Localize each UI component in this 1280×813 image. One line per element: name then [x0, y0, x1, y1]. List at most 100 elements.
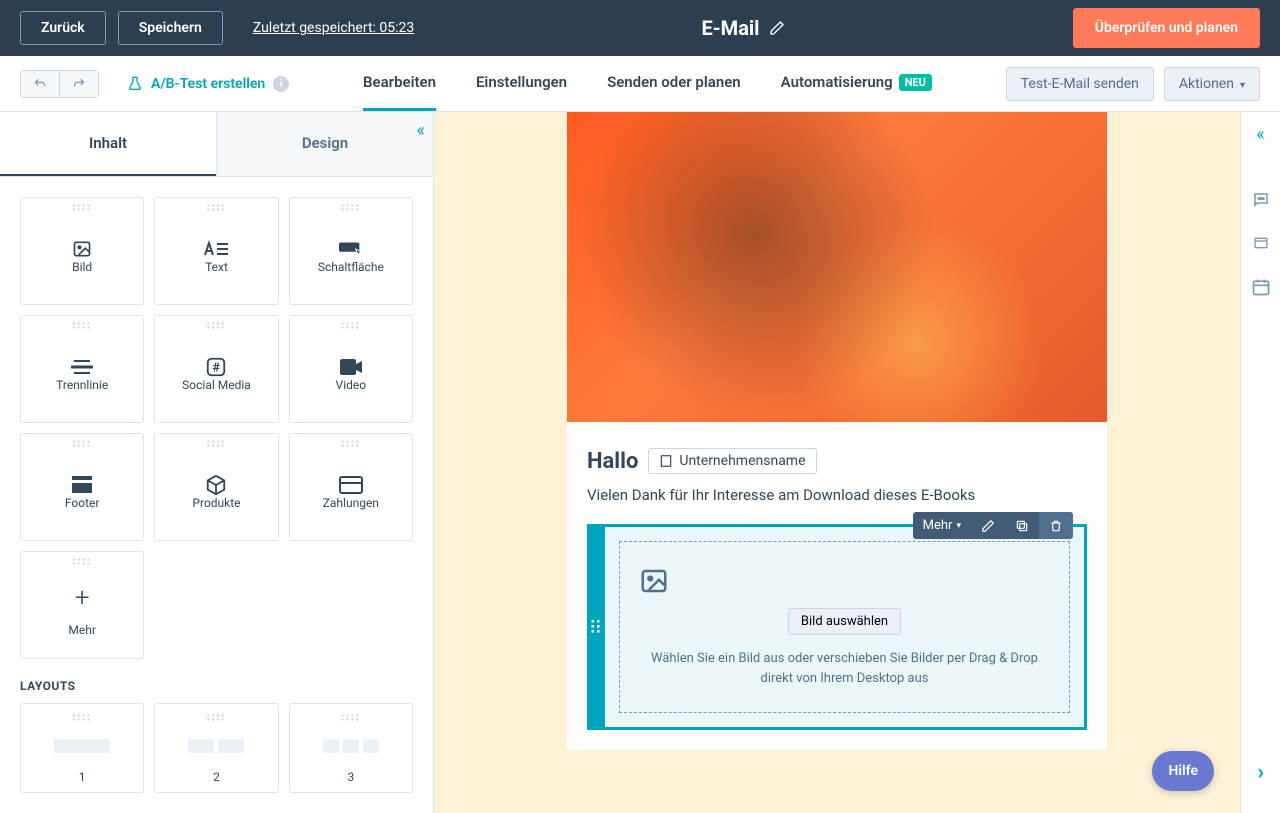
copy-icon — [1015, 519, 1029, 533]
ab-test-link[interactable]: A/B-Test erstellen i — [127, 76, 289, 92]
send-test-button[interactable]: Test-E-Mail senden — [1006, 67, 1154, 101]
text-icon — [203, 238, 229, 260]
grip-icon: ▪▪▪▪▪▪▪▪ — [72, 322, 91, 330]
layout-1-label: 1 — [79, 770, 86, 784]
chevron-down-icon: ▾ — [956, 521, 961, 531]
block-divider[interactable]: ▪▪▪▪▪▪▪▪ Trennlinie — [20, 315, 144, 423]
image-icon — [69, 238, 95, 260]
panel-tab-content[interactable]: Inhalt — [0, 112, 216, 176]
actions-dropdown[interactable]: Aktionen▾ — [1164, 67, 1260, 101]
video-icon — [338, 356, 364, 378]
block-video[interactable]: ▪▪▪▪▪▪▪▪ Video — [289, 315, 413, 423]
footer-icon — [69, 474, 95, 496]
tab-schedule[interactable]: Senden oder planen — [607, 56, 741, 111]
panel-tab-design[interactable]: Design — [216, 112, 433, 176]
layouts-heading: LAYOUTS — [20, 679, 413, 693]
pencil-icon — [981, 519, 995, 533]
module-edit-button[interactable] — [971, 512, 1005, 539]
page-title: E-Mail — [702, 16, 760, 40]
block-footer[interactable]: ▪▪▪▪▪▪▪▪ Footer — [20, 433, 144, 541]
block-text[interactable]: ▪▪▪▪▪▪▪▪ Text — [154, 197, 278, 305]
expand-right-icon[interactable]: › — [1257, 760, 1264, 785]
redo-button[interactable] — [59, 71, 98, 97]
review-button[interactable]: Überprüfen und planen — [1073, 8, 1260, 48]
selected-image-module[interactable]: Mehr ▾ ▪▪▪▪▪▪ Bild auswählen Wählen Sie … — [587, 524, 1087, 730]
comments-icon[interactable] — [1251, 191, 1271, 209]
layout-3-label: 3 — [347, 770, 354, 784]
block-video-label: Video — [336, 378, 367, 392]
collapse-left-icon[interactable]: « — [417, 120, 425, 141]
block-image[interactable]: ▪▪▪▪▪▪▪▪ Bild — [20, 197, 144, 305]
box-icon — [203, 474, 229, 496]
right-rail: « — [1240, 112, 1280, 813]
actions-label: Aktionen — [1179, 76, 1234, 92]
module-clone-button[interactable] — [1005, 512, 1039, 539]
tab-edit[interactable]: Bearbeiten — [363, 56, 436, 111]
panel-tabs: Inhalt Design — [0, 112, 433, 177]
greeting-text[interactable]: Hallo — [587, 449, 638, 474]
hero-image[interactable] — [567, 112, 1107, 422]
choose-image-button[interactable]: Bild auswählen — [788, 608, 901, 635]
back-button[interactable]: Zurück — [20, 11, 106, 45]
layout-2[interactable]: ▪▪▪▪▪▪▪▪ 2 — [154, 703, 278, 793]
edit-title-icon[interactable] — [769, 20, 785, 36]
flask-icon — [127, 76, 143, 92]
layout-3[interactable]: ▪▪▪▪▪▪▪▪ 3 — [289, 703, 413, 793]
preview-icon[interactable] — [1251, 235, 1271, 251]
hashtag-icon: # — [203, 356, 229, 378]
last-saved-link[interactable]: Zuletzt gespeichert: 05:23 — [253, 20, 414, 36]
drag-handle-icon[interactable]: ▪▪▪▪▪▪ — [591, 620, 602, 635]
grip-icon: ▪▪▪▪▪▪▪▪ — [341, 204, 360, 212]
grip-icon: ▪▪▪▪▪▪▪▪ — [341, 714, 360, 722]
grip-icon: ▪▪▪▪▪▪▪▪ — [72, 714, 91, 722]
canvas[interactable]: Hallo Unternehmensname Vielen Dank für I… — [434, 112, 1240, 813]
info-icon[interactable]: i — [273, 76, 289, 92]
layout-1[interactable]: ▪▪▪▪▪▪▪▪ 1 — [20, 703, 144, 793]
block-grid: ▪▪▪▪▪▪▪▪ Bild ▪▪▪▪▪▪▪▪ Text ▪▪▪▪▪▪▪▪ Sch… — [20, 197, 413, 659]
dropzone-hint: Wählen Sie ein Bild aus oder verschieben… — [636, 649, 1053, 688]
personalization-token[interactable]: Unternehmensname — [648, 448, 816, 474]
block-button[interactable]: ▪▪▪▪▪▪▪▪ Schaltfläche — [289, 197, 413, 305]
block-products-label: Produkte — [192, 496, 240, 510]
block-social[interactable]: ▪▪▪▪▪▪▪▪ # Social Media — [154, 315, 278, 423]
grip-icon: ▪▪▪▪▪▪▪▪ — [207, 440, 226, 448]
greeting-row: Hallo Unternehmensname — [587, 448, 1087, 474]
block-payments[interactable]: ▪▪▪▪▪▪▪▪ Zahlungen — [289, 433, 413, 541]
calendar-icon[interactable] — [1251, 277, 1271, 297]
main-layout: « Inhalt Design ▪▪▪▪▪▪▪▪ Bild ▪▪▪▪▪▪▪▪ T… — [0, 112, 1280, 813]
topbar: Zurück Speichern Zuletzt gespeichert: 05… — [0, 0, 1280, 56]
module-delete-button[interactable] — [1039, 512, 1073, 539]
block-products[interactable]: ▪▪▪▪▪▪▪▪ Produkte — [154, 433, 278, 541]
ab-test-label: A/B-Test erstellen — [151, 76, 265, 92]
image-placeholder-icon — [636, 566, 1053, 596]
undo-button[interactable] — [21, 71, 59, 97]
email-body: Hallo Unternehmensname Vielen Dank für I… — [567, 422, 1107, 750]
help-button[interactable]: Hilfe — [1152, 751, 1214, 791]
collapse-right-icon[interactable]: « — [1256, 124, 1264, 145]
panel-body: ▪▪▪▪▪▪▪▪ Bild ▪▪▪▪▪▪▪▪ Text ▪▪▪▪▪▪▪▪ Sch… — [0, 177, 433, 813]
tab-settings[interactable]: Einstellungen — [476, 56, 567, 111]
module-dropzone[interactable]: Bild auswählen Wählen Sie ein Bild aus o… — [619, 541, 1070, 713]
block-more[interactable]: ▪▪▪▪▪▪▪▪ + Mehr — [20, 551, 144, 659]
layout-preview — [188, 739, 244, 753]
block-footer-label: Footer — [65, 496, 100, 510]
block-text-label: Text — [205, 260, 228, 274]
grip-icon: ▪▪▪▪▪▪▪▪ — [72, 204, 91, 212]
undo-redo-group — [20, 70, 99, 98]
token-label: Unternehmensname — [679, 453, 805, 469]
plus-icon: + — [75, 583, 90, 613]
layout-grid: ▪▪▪▪▪▪▪▪ 1 ▪▪▪▪▪▪▪▪ 2 ▪▪▪▪▪▪▪▪ 3 — [20, 703, 413, 793]
new-badge: NEU — [899, 74, 932, 91]
svg-text:#: # — [213, 361, 221, 376]
layout-preview — [323, 739, 379, 753]
divider-icon — [69, 356, 95, 378]
block-social-label: Social Media — [182, 378, 251, 392]
tab-automation[interactable]: Automatisierung NEU — [781, 56, 932, 111]
body-text[interactable]: Vielen Dank für Ihr Interesse am Downloa… — [587, 486, 1087, 504]
grip-icon: ▪▪▪▪▪▪▪▪ — [72, 440, 91, 448]
grip-icon: ▪▪▪▪▪▪▪▪ — [207, 322, 226, 330]
building-icon — [659, 454, 673, 468]
nav-tabs: Bearbeiten Einstellungen Senden oder pla… — [299, 56, 996, 111]
save-button[interactable]: Speichern — [118, 11, 223, 45]
module-more-button[interactable]: Mehr ▾ — [913, 512, 971, 539]
